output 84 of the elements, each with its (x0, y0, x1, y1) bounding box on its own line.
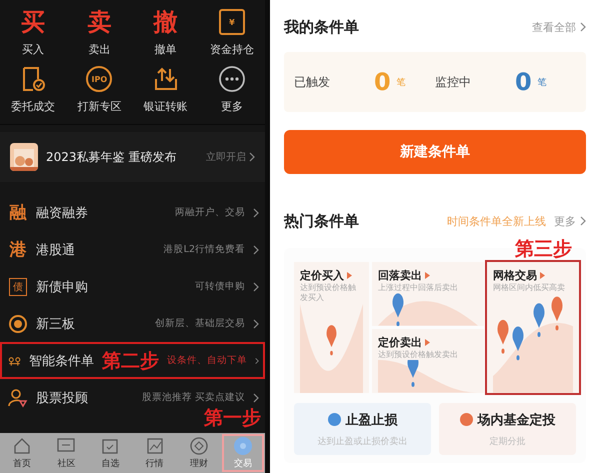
chevron-icon (253, 318, 259, 328)
menu-label: 新三板 (36, 316, 75, 332)
action-glyph: 买 (21, 8, 46, 36)
tab-item[interactable]: 社区 (44, 433, 88, 473)
strategy-title: 定价买入 (300, 268, 344, 283)
action-label[interactable]: 买入 (22, 42, 44, 57)
tab-item[interactable]: 理财 (176, 433, 221, 473)
chevron-icon (253, 244, 259, 254)
tool-card[interactable]: 场内基金定投 定期分批 (439, 403, 576, 455)
menu-hint: 港股L2行情免费看 (164, 243, 245, 256)
section-title: 热门条件单 (284, 212, 359, 230)
menu-label: 股票投顾 (36, 390, 88, 406)
tab-item[interactable]: 自选 (88, 433, 133, 473)
action-label[interactable]: 撤单 (154, 42, 177, 57)
coin-icon (8, 314, 28, 334)
tab-item[interactable]: 首页 (0, 433, 44, 473)
chevron-icon (580, 216, 586, 226)
menu-hint: 可转债申购 (195, 280, 245, 293)
section-title: 我的条件单 (284, 18, 359, 36)
action-label[interactable]: 卖出 (88, 42, 110, 57)
action-glyph: 撤 (154, 8, 178, 36)
trade-icon (232, 436, 253, 456)
bond-icon: 债 (9, 278, 27, 296)
stat-unit: 笔 (538, 76, 547, 88)
strategy-card[interactable]: 回落卖出 上涨过程中回落后卖出 (372, 262, 484, 326)
menu-hint: 创新层、基础层交易 (155, 317, 245, 330)
strategy-desc: 上涨过程中回落后卖出 (378, 283, 459, 294)
menu-label: 融资融券 (36, 204, 88, 222)
strategy-card[interactable]: 定价买入 达到预设价格触发买入 (294, 262, 369, 393)
action-label[interactable]: 打新专区 (77, 99, 122, 114)
arrow-icon (425, 339, 430, 346)
strategy-card[interactable]: 定价卖出 达到预设价格触发卖出 (372, 329, 484, 393)
arrow-icon (347, 272, 352, 279)
tool-title: 止盈止损 (346, 412, 398, 428)
person-icon (8, 388, 28, 408)
ipo-badge-icon: IPO (86, 66, 112, 92)
tab-item[interactable]: 行情 (132, 433, 177, 473)
chart-icon (144, 436, 165, 456)
banner-link[interactable]: 立即开启 (206, 150, 246, 164)
chevron-icon (249, 152, 255, 162)
stat-label: 监控中 (435, 74, 472, 90)
house-yen-icon: ¥ (218, 9, 245, 35)
menu-glyph: 港 (8, 239, 28, 261)
menu-item[interactable]: 智能条件单 第二步 设条件、自动下单 (0, 342, 265, 379)
menu-glyph: 融 (8, 202, 28, 224)
tool-desc: 定期分批 (490, 436, 526, 448)
chevron-icon (253, 208, 259, 218)
arrow-icon (425, 272, 430, 279)
strategy-title: 网格交易 (493, 268, 537, 283)
stat-count: 0 (515, 68, 532, 96)
menu-label: 港股通 (36, 242, 75, 258)
strategy-title: 回落卖出 (378, 268, 422, 283)
action-label[interactable]: 资金持仓 (210, 42, 254, 57)
chevron-icon (580, 22, 586, 32)
menu-hint: 设条件、自动下单 (167, 354, 248, 367)
chevron-icon (253, 392, 259, 402)
stat-label: 已触发 (294, 74, 331, 90)
tool-card[interactable]: 止盈止损 达到止盈或止损价卖出 (294, 403, 431, 455)
chevron-icon (255, 356, 259, 366)
strategy-card[interactable]: 网格交易 网格区间内低买高卖 (487, 262, 579, 393)
promo-banner[interactable]: 2023私募年鉴 重磅发布 立即开启 (0, 132, 265, 182)
more-icon (218, 65, 246, 93)
action-glyph: 卖 (87, 8, 112, 36)
menu-hint: 股票池推荐 买卖点建议 (142, 391, 245, 404)
menu-label: 新债申购 (36, 278, 88, 296)
arrow-icon (540, 272, 545, 279)
menu-hint: 两融开户、交易 (175, 206, 245, 219)
strategy-desc: 网格区间内低买高卖 (493, 283, 566, 294)
chevron-icon (253, 282, 259, 292)
action-label[interactable]: 银证转账 (144, 99, 188, 114)
action-label[interactable]: 委托成交 (11, 99, 56, 114)
step-annotation: 第三步 (515, 237, 572, 262)
action-label[interactable]: 更多 (220, 99, 243, 114)
step-annotation: 第二步 (102, 348, 160, 374)
tool-title: 场内基金定投 (478, 412, 556, 428)
banner-title: 2023私募年鉴 重磅发布 (46, 148, 178, 166)
home-icon (12, 436, 32, 456)
menu-label: 智能条件单 (29, 352, 94, 370)
strategy-title: 定价卖出 (378, 335, 422, 350)
strategy-desc: 达到预设价格触发买入 (300, 283, 357, 304)
stat-unit: 笔 (396, 76, 406, 88)
tool-desc: 达到止盈或止损价卖出 (318, 436, 408, 448)
stat-count: 0 (374, 68, 391, 96)
strategy-desc: 达到预设价格触发卖出 (378, 350, 459, 360)
